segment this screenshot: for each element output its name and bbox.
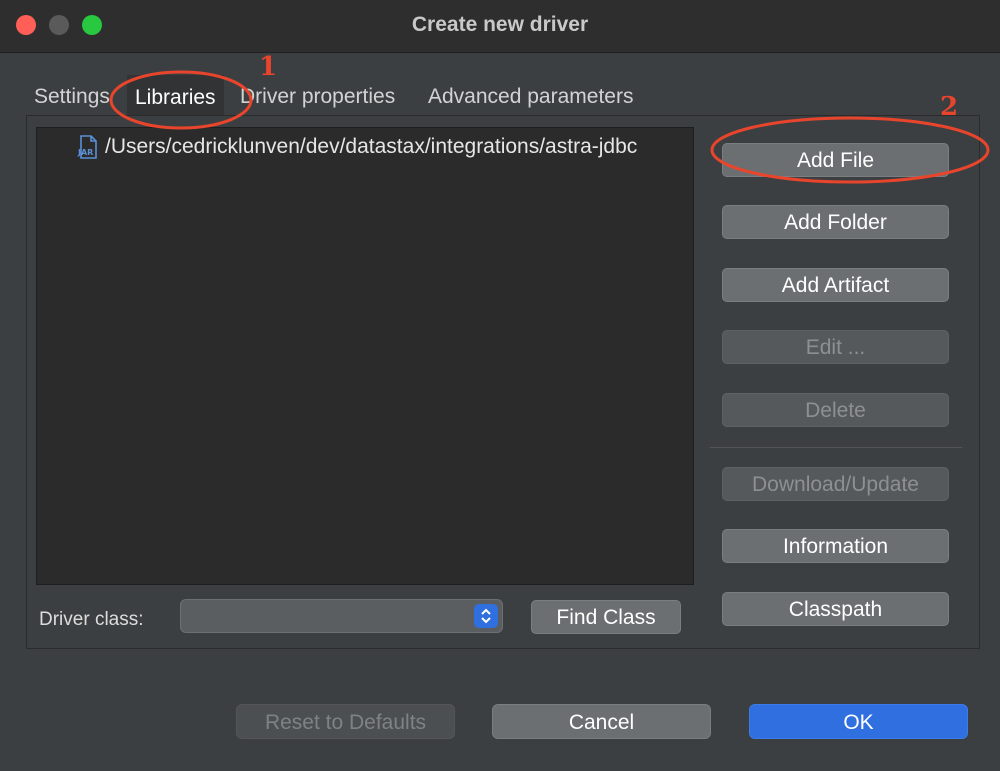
tab-settings[interactable]: Settings <box>34 85 110 109</box>
window-title: Create new driver <box>411 13 589 36</box>
svg-text:JAR: JAR <box>77 148 93 157</box>
list-item[interactable]: JAR /Users/cedricklunven/dev/datastax/in… <box>77 133 637 161</box>
jar-file-icon: JAR <box>77 135 97 159</box>
add-folder-button[interactable]: Add Folder <box>722 205 949 239</box>
find-class-button[interactable]: Find Class <box>531 600 681 634</box>
add-file-button[interactable]: Add File <box>722 143 949 177</box>
select-arrows-icon[interactable] <box>474 604 498 628</box>
library-file-path: /Users/cedricklunven/dev/datastax/integr… <box>105 135 638 158</box>
ok-button[interactable]: OK <box>749 704 968 739</box>
driver-class-label: Driver class: <box>39 609 144 630</box>
dialog-window: Create new driver Settings Libraries Dri… <box>0 0 1000 771</box>
title-bar: Create new driver <box>0 0 1000 53</box>
tab-bar: Settings Libraries Driver properties Adv… <box>26 75 978 115</box>
tab-libraries[interactable]: Libraries <box>127 75 224 115</box>
driver-class-select[interactable] <box>180 599 503 633</box>
tab-advanced-parameters[interactable]: Advanced parameters <box>428 85 633 109</box>
annotation-number-1: 1 <box>259 52 278 82</box>
add-artifact-button[interactable]: Add Artifact <box>722 268 949 302</box>
reset-to-defaults-button[interactable]: Reset to Defaults <box>236 704 455 739</box>
annotation-number-2: 2 <box>940 92 959 122</box>
library-file-list[interactable]: JAR /Users/cedricklunven/dev/datastax/in… <box>36 127 694 585</box>
information-button[interactable]: Information <box>722 529 949 563</box>
delete-button[interactable]: Delete <box>722 393 949 427</box>
classpath-button[interactable]: Classpath <box>722 592 949 626</box>
edit-button[interactable]: Edit ... <box>722 330 949 364</box>
cancel-button[interactable]: Cancel <box>492 704 711 739</box>
download-update-button[interactable]: Download/Update <box>722 467 949 501</box>
tab-driver-properties[interactable]: Driver properties <box>240 85 395 109</box>
button-separator <box>710 447 962 448</box>
